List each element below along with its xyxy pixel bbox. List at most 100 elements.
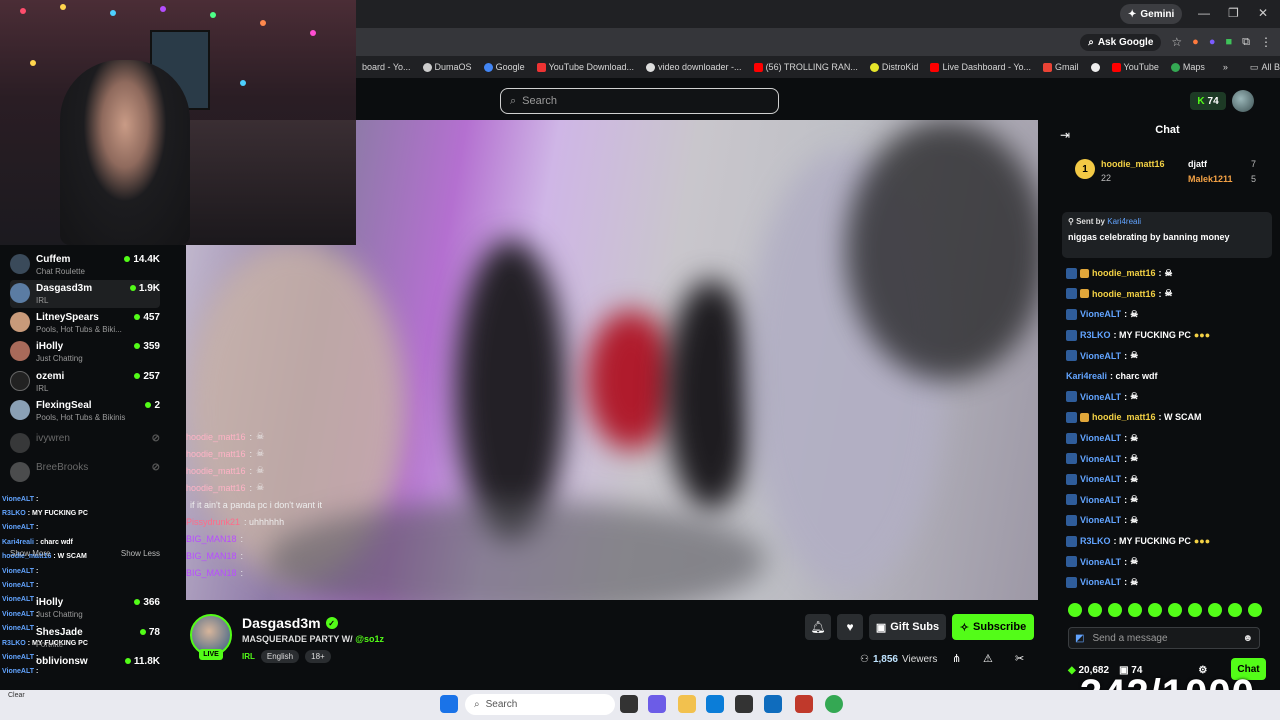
bookmark-item[interactable]: (56) TROLLING RAN...	[748, 62, 864, 72]
chat-username[interactable]: hoodie_matt16	[1092, 268, 1156, 278]
subscribe-button[interactable]: ✧ Subscribe	[952, 614, 1034, 640]
taskview-icon[interactable]	[620, 695, 638, 713]
follow-button[interactable]: ♥	[837, 614, 863, 640]
ask-google-button[interactable]: ⌕ Ask Google	[1080, 33, 1162, 51]
taskbar-search[interactable]: ⌕ Search	[465, 694, 615, 715]
chat-username[interactable]: VioneALT	[1080, 474, 1121, 484]
bookmark-item[interactable]: Google	[478, 62, 531, 72]
sidebar-item-ivywren[interactable]: ivywren ⊘	[10, 430, 160, 458]
sidebar-item-iholly-lower[interactable]: iHolly Just Chatting 366	[10, 594, 160, 622]
edge-icon[interactable]	[706, 695, 724, 713]
search-input[interactable]: ⌕ Search	[500, 88, 779, 114]
chat-username[interactable]: R3LKO	[1080, 330, 1111, 340]
outlook-icon[interactable]	[764, 695, 782, 713]
sidebar-item-flexingseal[interactable]: FlexingSeal Pools, Hot Tubs & Bikinis 2	[10, 397, 160, 425]
sidebar-item-ozemi[interactable]: ozemi IRL 257	[10, 368, 160, 396]
sidebar-item-litneyspears[interactable]: LitneySpears Pools, Hot Tubs & Biki... 4…	[10, 309, 160, 337]
bookmark-item[interactable]: DistroKid	[864, 62, 925, 72]
chat-input[interactable]: ◩ Send a message ☻	[1068, 627, 1260, 649]
share-icon[interactable]: ⋔	[952, 652, 961, 665]
chat-username[interactable]: VioneALT	[1080, 392, 1121, 402]
show-more-button[interactable]: Show More	[10, 549, 50, 558]
restore-icon[interactable]: ❐	[1228, 6, 1239, 20]
chat-username[interactable]: VioneALT	[1080, 433, 1121, 443]
overlay-chat-line: Kari4reali: charc wdf	[2, 535, 167, 549]
windows-start-icon[interactable]	[440, 695, 458, 713]
clip-icon[interactable]: ✂	[1015, 652, 1024, 665]
bookmark-item[interactable]: Gmail	[1037, 62, 1085, 72]
gifter-name[interactable]: Malek1211	[1188, 174, 1233, 184]
stream-title-mention[interactable]: @so1z	[355, 634, 384, 644]
age-tag[interactable]: 18+	[305, 650, 331, 663]
bookmark-item[interactable]: YouTube Download...	[531, 62, 640, 72]
app-icon[interactable]	[795, 695, 813, 713]
emote-icon[interactable]	[1108, 603, 1122, 617]
emote-icon[interactable]	[1088, 603, 1102, 617]
bookmark-item[interactable]: Maps	[1165, 62, 1211, 72]
close-icon[interactable]: ✕	[1258, 6, 1268, 20]
stream-category[interactable]: IRL	[242, 652, 255, 661]
bookmarks-bar: board - Yo... DumaOS Google YouTube Down…	[356, 56, 1280, 78]
extension-icon[interactable]: ●	[1192, 36, 1199, 48]
kick-points-badge[interactable]: K 74	[1190, 92, 1226, 110]
gifter-name[interactable]: hoodie_matt16	[1101, 159, 1165, 169]
copilot-icon[interactable]	[648, 695, 666, 713]
language-tag[interactable]: English	[260, 650, 300, 663]
emote-icon[interactable]	[1248, 603, 1262, 617]
bookmark-item[interactable]: DumaOS	[417, 62, 478, 72]
sidebar-item-cuffem[interactable]: Cuffem Chat Roulette 14.4K	[10, 251, 160, 279]
chat-username[interactable]: VioneALT	[1080, 495, 1121, 505]
gifter-name[interactable]: djatf	[1188, 159, 1207, 169]
show-less-button[interactable]: Show Less	[121, 549, 160, 558]
emote-icon[interactable]	[1148, 603, 1162, 617]
sidebar-item-shesjade[interactable]: ShesJade Fortnite 78	[10, 624, 160, 652]
pinned-message[interactable]: ⚲ Sent by Kari4reali niggas celebrating …	[1062, 212, 1272, 258]
extension-icon[interactable]: ●	[1209, 36, 1216, 48]
gift-subs-button[interactable]: ▣ Gift Subs	[869, 614, 946, 640]
chrome-icon[interactable]	[825, 695, 843, 713]
chat-username[interactable]: VioneALT	[1080, 309, 1121, 319]
bookmark-item[interactable]: board - Yo...	[356, 62, 417, 72]
emote-icon[interactable]	[1208, 603, 1222, 617]
streamer-name[interactable]: Dasgasd3m	[242, 615, 321, 631]
bookmark-item[interactable]	[1085, 62, 1106, 72]
chat-username[interactable]: Kari4reali	[1066, 371, 1107, 381]
chat-username[interactable]: VioneALT	[1080, 351, 1121, 361]
bookmark-item[interactable]: YouTube	[1106, 62, 1165, 72]
viewer-count-value: 14.4K	[133, 254, 160, 265]
all-bookmarks[interactable]: ▭All Bookmarks	[1244, 62, 1280, 73]
emoji-icon[interactable]: ☻	[1242, 633, 1253, 644]
emote-icon[interactable]	[1128, 603, 1142, 617]
chat-username[interactable]: hoodie_matt16	[1092, 412, 1156, 422]
chat-username[interactable]: VioneALT	[1080, 577, 1121, 587]
chat-username[interactable]: hoodie_matt16	[1092, 289, 1156, 299]
store-icon[interactable]	[735, 695, 753, 713]
puzzle-icon[interactable]: ⧉	[1242, 36, 1250, 49]
avatar[interactable]	[1232, 90, 1254, 112]
report-icon[interactable]: ⚠	[983, 652, 993, 665]
channel-category: Pools, Hot Tubs & Biki...	[36, 325, 122, 334]
gemini-button[interactable]: ✦ Gemini	[1120, 4, 1183, 24]
sidebar-item-dasgasd3m[interactable]: Dasgasd3m IRL 1.9K	[10, 280, 160, 308]
menu-icon[interactable]: ⋮	[1260, 35, 1272, 49]
explorer-icon[interactable]	[678, 695, 696, 713]
chat-username[interactable]: VioneALT	[1080, 515, 1121, 525]
extension-icon[interactable]: ■	[1225, 36, 1232, 48]
star-icon[interactable]: ☆	[1171, 35, 1182, 49]
minimize-icon[interactable]: —	[1198, 6, 1210, 20]
chat-username[interactable]: VioneALT	[1080, 454, 1121, 464]
chat-username[interactable]: VioneALT	[1080, 557, 1121, 567]
sidebar-item-oblivionsw[interactable]: oblivionsw 11.8K	[10, 653, 160, 681]
viewer-count: ⚇ 1,856 Viewers	[860, 654, 937, 665]
notification-button[interactable]: 🔔︎	[805, 614, 831, 640]
bookmark-item[interactable]: video downloader -...	[640, 62, 748, 72]
bookmark-item[interactable]: Live Dashboard - Yo...	[924, 62, 1037, 72]
emote-icon[interactable]	[1188, 603, 1202, 617]
bookmarks-overflow[interactable]: »	[1217, 62, 1234, 72]
emote-icon[interactable]	[1068, 603, 1082, 617]
chat-username[interactable]: R3LKO	[1080, 536, 1111, 546]
sidebar-item-breebrooks[interactable]: BreeBrooks ⊘	[10, 459, 160, 487]
emote-icon[interactable]	[1228, 603, 1242, 617]
sidebar-item-iholly[interactable]: iHolly Just Chatting 359	[10, 338, 160, 366]
emote-icon[interactable]	[1168, 603, 1182, 617]
